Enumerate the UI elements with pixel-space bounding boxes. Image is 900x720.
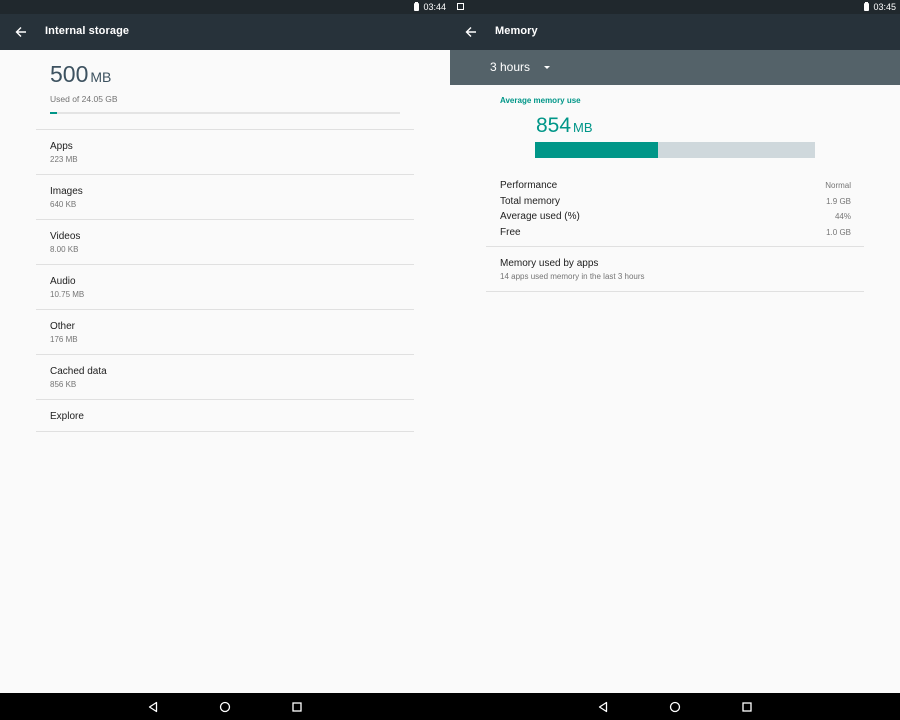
stat-label: Performance — [500, 180, 558, 192]
status-time: 03:45 — [873, 2, 896, 12]
storage-item-videos[interactable]: Videos 8.00 KB — [36, 219, 414, 264]
toolbar: Internal storage — [0, 14, 450, 50]
stat-row-total-memory: Total memory 1.9 GB — [500, 194, 851, 210]
toolbar: Memory — [450, 14, 900, 50]
memory-pane: 03:45 Memory 3 hours Average memory use … — [450, 0, 900, 693]
list-item-subtitle: 8.00 KB — [50, 245, 79, 254]
dropdown-caret-icon — [544, 65, 551, 69]
status-right: 03:45 — [864, 1, 896, 13]
status-time: 03:44 — [423, 2, 446, 12]
list-item-title: Other — [50, 321, 76, 332]
stat-row-free: Free 1.0 GB — [500, 225, 851, 241]
back-arrow-icon[interactable] — [462, 23, 480, 41]
storage-used-subtitle: Used of 24.05 GB — [50, 94, 118, 104]
list-item-title: Cached data — [50, 366, 107, 377]
nav-group-left — [0, 693, 450, 720]
memory-usage-fill — [535, 142, 659, 158]
nav-group-right — [450, 693, 900, 720]
list-item-title: Apps — [50, 141, 73, 152]
storage-progress-fill — [50, 112, 57, 114]
stat-row-performance: Performance Normal — [500, 178, 851, 194]
stat-label: Average used (%) — [500, 211, 580, 223]
storage-summary: 500 MB Used of 24.05 GB — [50, 60, 118, 104]
back-arrow-icon[interactable] — [12, 23, 30, 41]
nav-back-icon[interactable] — [145, 699, 161, 715]
stat-label: Total memory — [500, 195, 561, 207]
storage-item-explore[interactable]: Explore — [36, 399, 414, 432]
stat-label: Free — [500, 226, 521, 238]
storage-progress-bar — [50, 112, 400, 114]
navigation-bar — [0, 693, 900, 720]
stat-row-average-used: Average used (%) 44% — [500, 209, 851, 225]
memory-usage-bar — [535, 142, 815, 158]
memory-used-by-apps-item[interactable]: Memory used by apps 14 apps used memory … — [486, 246, 864, 292]
storage-item-cached-data[interactable]: Cached data 856 KB — [36, 354, 414, 399]
average-memory-label: Average memory use — [500, 96, 581, 105]
nav-home-icon[interactable] — [667, 699, 683, 715]
storage-item-audio[interactable]: Audio 10.75 MB — [36, 264, 414, 309]
nav-home-icon[interactable] — [217, 699, 233, 715]
average-memory-number: 854 — [536, 114, 572, 137]
storage-used-unit: MB — [90, 69, 112, 85]
list-item-subtitle: 640 KB — [50, 200, 77, 209]
list-item-title: Memory used by apps — [500, 258, 599, 269]
storage-category-list: Apps 223 MB Images 640 KB Videos 8.00 KB… — [36, 129, 414, 432]
average-memory-value: 854 MB — [536, 112, 593, 142]
stat-value: Normal — [825, 181, 851, 191]
nav-recents-icon[interactable] — [739, 699, 755, 715]
screenshot-notification-icon — [457, 3, 464, 10]
period-dropdown-value: 3 hours — [490, 60, 531, 74]
list-item-subtitle: 14 apps used memory in the last 3 hours — [500, 272, 645, 281]
list-item-title: Explore — [50, 411, 84, 422]
list-item-title: Videos — [50, 231, 81, 242]
page-title: Internal storage — [45, 25, 130, 37]
period-selector-bar: 3 hours — [450, 50, 900, 85]
stat-value: 1.9 GB — [826, 196, 851, 206]
storage-item-other[interactable]: Other 176 MB — [36, 309, 414, 354]
status-bar: 03:44 — [0, 0, 450, 14]
page-title: Memory — [495, 25, 538, 37]
status-right: 03:44 — [414, 1, 446, 13]
list-item-subtitle: 223 MB — [50, 155, 78, 164]
list-item-title: Images — [50, 186, 83, 197]
internal-storage-pane: 03:44 Internal storage 500 MB Used of 24.… — [0, 0, 450, 693]
stat-value: 44% — [834, 212, 851, 222]
storage-used-number: 500 — [50, 61, 89, 87]
list-item-subtitle: 856 KB — [50, 380, 77, 389]
list-item-subtitle: 10.75 MB — [50, 290, 85, 299]
stat-value: 1.0 GB — [826, 227, 851, 237]
list-item-subtitle: 176 MB — [50, 335, 78, 344]
nav-back-icon[interactable] — [595, 699, 611, 715]
list-item-title: Audio — [50, 276, 76, 287]
storage-item-apps[interactable]: Apps 223 MB — [36, 129, 414, 174]
battery-icon — [864, 2, 870, 11]
storage-item-images[interactable]: Images 640 KB — [36, 174, 414, 219]
nav-recents-icon[interactable] — [289, 699, 305, 715]
average-memory-unit: MB — [573, 120, 593, 135]
period-dropdown[interactable]: 3 hours — [490, 60, 551, 74]
memory-stats: Performance Normal Total memory 1.9 GB A… — [500, 178, 851, 240]
status-bar: 03:45 — [450, 0, 900, 14]
battery-icon — [414, 2, 420, 11]
storage-used-value: 500 MB — [50, 60, 118, 91]
